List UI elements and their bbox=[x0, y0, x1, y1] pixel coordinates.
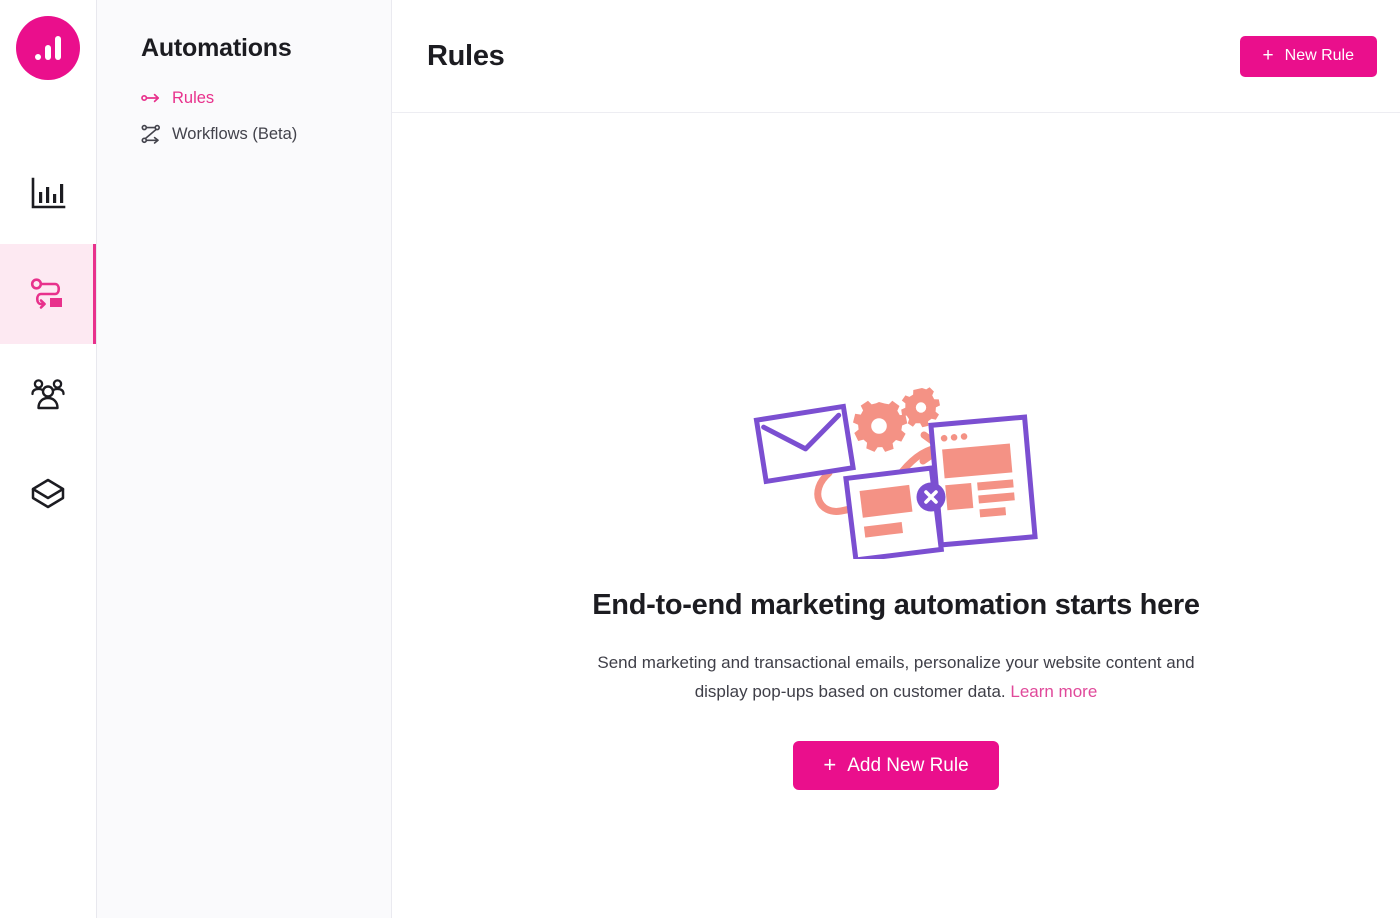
learn-more-link[interactable]: Learn more bbox=[1010, 682, 1097, 701]
sidebar-item-list: Rules Workflows (Beta) bbox=[141, 87, 391, 145]
sidebar-item-workflows[interactable]: Workflows (Beta) bbox=[141, 123, 391, 145]
new-rule-button-label: New Rule bbox=[1284, 47, 1354, 64]
sidebar-item-label: Rules bbox=[172, 88, 215, 107]
rule-arrow-icon bbox=[141, 88, 161, 108]
rail-item-products[interactable] bbox=[0, 444, 96, 544]
rail-item-automations[interactable] bbox=[0, 244, 96, 344]
main-content: Rules + New Rule End-to-end marketing au… bbox=[392, 0, 1400, 918]
analytics-bar-chart-icon bbox=[30, 177, 66, 211]
workflow-branch-icon bbox=[141, 124, 161, 144]
empty-state: End-to-end marketing automation starts h… bbox=[392, 113, 1400, 918]
automations-flow-icon bbox=[29, 277, 67, 311]
audience-people-icon bbox=[29, 377, 67, 411]
primary-icon-rail bbox=[0, 0, 97, 918]
new-rule-button[interactable]: + New Rule bbox=[1239, 35, 1377, 77]
marketing-automation-illustration bbox=[746, 369, 1046, 563]
rail-item-analytics[interactable] bbox=[0, 144, 96, 244]
app-root: Automations Rules Workflows (Beta) Rules… bbox=[0, 0, 1400, 918]
add-new-rule-button[interactable]: + Add New Rule bbox=[793, 741, 999, 790]
bar-chart-logo-icon[interactable] bbox=[16, 16, 80, 80]
page-title: Rules bbox=[427, 39, 505, 72]
secondary-sidebar: Automations Rules Workflows (Beta) bbox=[97, 0, 392, 918]
sidebar-item-rules[interactable]: Rules bbox=[141, 87, 391, 109]
rail-item-list bbox=[0, 144, 96, 544]
sidebar-item-label: Workflows (Beta) bbox=[172, 124, 298, 143]
page-header: Rules + New Rule bbox=[392, 0, 1400, 113]
products-box-icon bbox=[30, 477, 66, 511]
plus-icon: + bbox=[1262, 44, 1274, 66]
plus-icon: + bbox=[823, 751, 837, 777]
add-new-rule-button-label: Add New Rule bbox=[847, 754, 969, 776]
logo-container[interactable] bbox=[0, 0, 96, 96]
empty-state-description: Send marketing and transactional emails,… bbox=[596, 648, 1196, 706]
empty-state-title: End-to-end marketing automation starts h… bbox=[592, 589, 1200, 621]
logo-bars bbox=[35, 36, 61, 60]
empty-state-description-line1: Send marketing and transactional emails,… bbox=[597, 653, 1102, 672]
rail-item-audience[interactable] bbox=[0, 344, 96, 444]
sidebar-title: Automations bbox=[141, 34, 292, 62]
close-badge-icon bbox=[916, 482, 946, 512]
